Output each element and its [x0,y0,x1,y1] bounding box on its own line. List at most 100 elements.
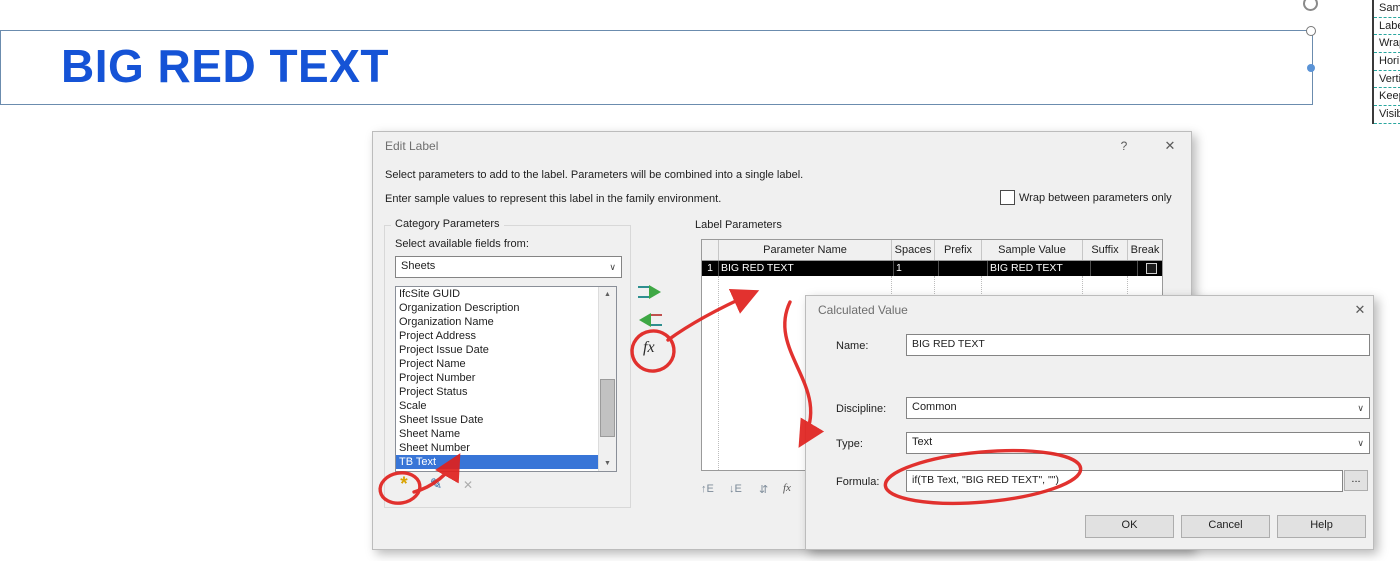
edit-formula-button[interactable]: fx [783,482,791,494]
list-item[interactable]: Organization Description [396,301,616,315]
combobox-value: Text [912,436,933,448]
move-down-icon: ↓E [729,483,742,495]
list-item[interactable]: Project Status [396,385,616,399]
selection-grip-icon[interactable] [1306,26,1316,36]
chevron-down-icon: ∨ [1357,403,1364,413]
add-to-label-button[interactable] [637,284,663,300]
discipline-label: Discipline: [836,403,887,415]
property-row[interactable]: Keep [1374,88,1400,107]
list-item[interactable]: Scale [396,399,616,413]
type-combobox[interactable]: Text ∨ [906,432,1370,454]
cell-parameter-name[interactable]: BIG RED TEXT [719,261,894,276]
arrow-left-icon [639,313,662,327]
label-parameters-title: Label Parameters [695,219,782,231]
help-icon[interactable]: ? [1115,138,1133,154]
list-item[interactable]: Project Number [396,371,616,385]
property-row[interactable]: Verti [1374,71,1400,89]
property-label: Keep [1379,90,1400,103]
scrollbar[interactable]: ▲ ▼ [598,287,616,471]
cell-prefix[interactable] [939,261,988,276]
parameter-row-selected[interactable]: 1 BIG RED TEXT 1 BIG RED TEXT [702,261,1162,276]
list-item[interactable]: Sheet Number [396,441,616,455]
cancel-button[interactable]: Cancel [1181,515,1270,538]
calculated-value-dialog: Calculated Value ✕ Name: BIG RED TEXT Di… [805,295,1374,550]
list-item[interactable]: IfcSite GUID [396,287,616,301]
dialog-title: Edit Label [385,139,439,153]
delete-parameter-button[interactable]: ✕ [457,474,479,496]
chevron-down-icon: ∨ [609,262,616,272]
category-combobox[interactable]: Sheets ∨ [395,256,622,278]
property-label: Wrap [1379,37,1400,50]
header-spaces: Spaces [892,240,935,260]
rotate-grip-icon[interactable] [1303,0,1318,11]
scroll-up-icon[interactable]: ▲ [599,287,616,302]
property-label: Samp [1379,2,1400,14]
cell-rownum: 1 [702,261,719,276]
fx-icon: fx [643,339,655,356]
list-item-tb-text[interactable]: TB Text [396,455,616,469]
property-row[interactable]: Samp [1374,0,1400,18]
list-item[interactable]: Sheet Issue Date [396,413,616,427]
property-row[interactable]: Labe [1374,18,1400,36]
move-up-button[interactable]: ↑E [701,483,714,495]
label-selection-box[interactable]: BIG RED TEXT [0,30,1313,105]
name-field[interactable]: BIG RED TEXT [906,334,1370,356]
name-value: BIG RED TEXT [912,338,985,350]
instruction-text: Enter sample values to represent this la… [385,193,722,205]
header-rownum [702,240,719,260]
list-item[interactable]: Project Name [396,357,616,371]
list-item[interactable]: Sheet Name [396,427,616,441]
property-label: Hori [1379,55,1400,68]
remove-from-label-button[interactable] [637,312,663,328]
drag-grip-icon[interactable] [1307,64,1315,72]
edit-parameter-button[interactable]: ✎ [425,474,447,496]
break-checkbox[interactable] [1145,263,1157,274]
discipline-combobox[interactable]: Common ∨ [906,397,1370,419]
cell-suffix[interactable] [1091,261,1138,276]
formula-field[interactable]: if(TB Text, "BIG RED TEXT", "") [906,470,1343,492]
chevron-down-icon: ∨ [1357,438,1364,448]
ok-button[interactable]: OK [1085,515,1174,538]
help-button[interactable]: Help [1277,515,1366,538]
formula-value: if(TB Text, "BIG RED TEXT", "") [912,474,1059,486]
fields-from-label: Select available fields from: [395,238,529,250]
delete-icon: ✕ [462,478,474,492]
property-label: Labe [1379,19,1400,32]
formula-label: Formula: [836,476,880,488]
parameter-listbox[interactable]: IfcSite GUID Organization Description Or… [395,286,617,472]
close-icon[interactable]: ✕ [1161,138,1179,154]
property-label: Visib [1379,108,1400,121]
fx-button[interactable]: fx [643,339,655,357]
property-row[interactable]: Hori [1374,53,1400,71]
property-row[interactable]: Wrap [1374,35,1400,54]
scroll-thumb[interactable] [600,379,615,437]
header-prefix: Prefix [935,240,982,260]
wrap-checkbox[interactable] [1000,190,1015,205]
move-down-button[interactable]: ↓E [729,483,742,495]
scroll-down-icon[interactable]: ▼ [599,456,616,471]
close-icon[interactable]: ✕ [1351,302,1369,318]
header-break: Break [1130,244,1160,256]
table-header: Parameter Name Spaces Prefix Sample Valu… [702,240,1162,261]
cell-spaces[interactable]: 1 [894,261,939,276]
property-label: Verti [1379,72,1400,85]
wrap-checkbox-label: Wrap between parameters only [1019,192,1172,204]
list-item[interactable]: Project Issue Date [396,343,616,357]
browse-formula-button[interactable]: ... [1344,470,1368,491]
label-preview-text[interactable]: BIG RED TEXT [61,39,389,93]
move-up-icon: ↑E [701,483,714,495]
new-parameter-button[interactable]: * [393,474,415,496]
dialog-title: Calculated Value [818,303,908,317]
properties-panel: Samp Labe Wrap Hori Verti Keep Visib [1372,0,1400,124]
name-label: Name: [836,340,869,352]
instruction-text: Select parameters to add to the label. P… [385,169,804,181]
type-label: Type: [836,438,863,450]
revit-family-editor: BIG RED TEXT Samp Labe Wrap Hori Verti K… [0,0,1400,561]
header-parameter-name: Parameter Name [719,240,892,260]
reorder-button[interactable]: ⇵ [759,483,768,496]
property-row[interactable]: Visib [1374,106,1400,124]
combobox-value: Sheets [401,260,436,272]
list-item[interactable]: Organization Name [396,315,616,329]
cell-sample-value[interactable]: BIG RED TEXT [988,261,1091,276]
list-item[interactable]: Project Address [396,329,616,343]
